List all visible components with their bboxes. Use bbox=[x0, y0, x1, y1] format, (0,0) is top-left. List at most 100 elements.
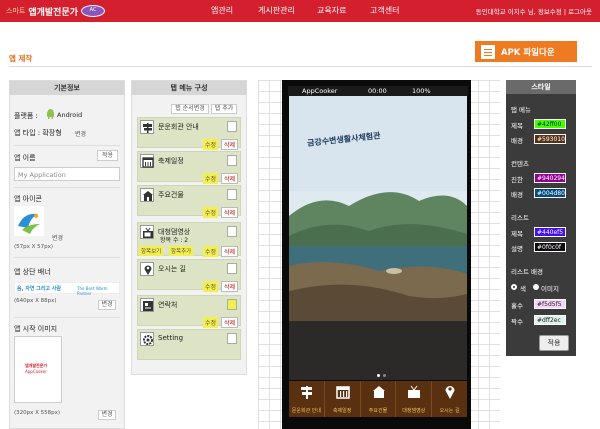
tab-thumbnail[interactable] bbox=[227, 299, 237, 310]
calendar-icon bbox=[336, 386, 350, 399]
tab-edit-button[interactable]: 수정 bbox=[203, 173, 219, 184]
logo-prefix: 스마트 bbox=[6, 7, 26, 15]
phone-tab-label: 주요건물 bbox=[368, 408, 388, 414]
tv-icon bbox=[408, 385, 421, 398]
list-title-color-swatch[interactable]: #440ef5 bbox=[534, 227, 566, 237]
tab-thumbnail[interactable] bbox=[227, 189, 237, 200]
status-carrier: AppCooker bbox=[302, 87, 338, 95]
tab-menu-heading: 탭 메뉴 구성 bbox=[132, 81, 246, 95]
style-content-strong-label: 진한 bbox=[511, 176, 523, 184]
tab-thumbnail[interactable] bbox=[227, 226, 237, 237]
style-tab-menu-label: 탭 메뉴 bbox=[511, 106, 532, 114]
app-icon-preview[interactable] bbox=[14, 206, 44, 236]
tab-thumbnail[interactable] bbox=[227, 121, 237, 132]
tab-item-name: 연락처 bbox=[158, 301, 178, 309]
nav-education[interactable]: 교육자료 bbox=[317, 5, 346, 16]
list-desc-color-swatch[interactable]: #0f0c0f bbox=[534, 242, 566, 252]
style-apply-button[interactable]: 적용 bbox=[539, 335, 569, 351]
pager-dot[interactable] bbox=[383, 374, 386, 377]
nav-board-manage[interactable]: 게시판관리 bbox=[258, 5, 295, 16]
tab-thumbnail[interactable] bbox=[227, 263, 237, 274]
tab-item-name: 오시는 길 bbox=[158, 265, 186, 273]
odd-bg-color-swatch[interactable]: #f5d5f5 bbox=[534, 299, 566, 309]
logo-title: 앱개발전문가 bbox=[28, 7, 79, 18]
tab-title-color-swatch[interactable]: #42ff00 bbox=[534, 119, 566, 129]
building-icon bbox=[372, 386, 385, 398]
basic-info-heading: 기본정보 bbox=[10, 81, 124, 95]
splash-label: 앱 시작 이미지 bbox=[14, 325, 58, 333]
radio-image-label: 이미지 bbox=[541, 285, 559, 293]
phone-status-bar: AppCooker 00:00 100% bbox=[288, 86, 468, 96]
phone-tab-label: 오시는 길 bbox=[439, 408, 460, 414]
even-bg-color-swatch[interactable]: #dff2ec bbox=[534, 315, 566, 325]
phone-tab[interactable]: 문운회관 안내 bbox=[289, 381, 325, 417]
tab-delete-button[interactable]: 삭제 bbox=[221, 173, 239, 184]
app-name-apply-button[interactable]: 적용 bbox=[97, 150, 118, 161]
app-name-input[interactable]: My Application bbox=[14, 167, 120, 181]
nav-support[interactable]: 고객센터 bbox=[370, 5, 399, 16]
style-even-label: 짝수 bbox=[511, 318, 523, 326]
app-type-change-link[interactable]: 변경 bbox=[75, 129, 86, 138]
tab-item[interactable]: Setting bbox=[137, 329, 241, 360]
phone-tab[interactable]: 축제일정 bbox=[325, 381, 361, 417]
tab-add-items-button[interactable]: 항목추가 bbox=[169, 246, 194, 256]
tab-edit-button[interactable]: 수정 bbox=[203, 246, 219, 257]
phone-tab-bar: 문운회관 안내 축제일정 주요건물 대청댐영상 오시는 길 bbox=[289, 381, 467, 417]
tab-edit-button[interactable]: 수정 bbox=[203, 139, 219, 150]
phone-tab[interactable]: 오시는 길 bbox=[432, 381, 467, 417]
tab-thumbnail[interactable] bbox=[227, 333, 237, 344]
map-pin-icon bbox=[140, 262, 154, 276]
splash-preview[interactable]: 앱개발전문가 AppCooker bbox=[14, 336, 62, 403]
banner-preview[interactable]: 음, 자연 그리고 사람 The Best Warm Partner bbox=[14, 282, 120, 296]
tab-item-count: 항목 수 : 2 bbox=[160, 237, 189, 244]
phone-tab-label: 축제일정 bbox=[332, 408, 352, 414]
phone-screen[interactable]: 금강수변생활사체험관 bbox=[289, 96, 467, 380]
splash-change-button[interactable]: 변경 bbox=[98, 410, 116, 420]
tab-view-items-button[interactable]: 항목보기 bbox=[139, 246, 164, 256]
splash-size-note: (320px X 558px) bbox=[14, 410, 61, 416]
style-odd-label: 홀수 bbox=[511, 302, 523, 310]
app-type-label: 앱 타입 : 확장형 bbox=[14, 129, 62, 137]
divider bbox=[14, 317, 120, 318]
radio-color[interactable] bbox=[511, 284, 517, 290]
icon-change-link[interactable]: 변경 bbox=[52, 233, 63, 242]
tab-reorder-button[interactable]: 탭 순서변경 bbox=[171, 104, 209, 114]
splash-brand: AppCooker bbox=[25, 369, 47, 374]
tab-delete-button[interactable]: 삭제 bbox=[221, 139, 239, 150]
style-heading: 스타일 bbox=[506, 80, 576, 94]
tab-item-name: Setting bbox=[158, 334, 184, 342]
phone-tab-label: 대청댐영상 bbox=[402, 408, 426, 414]
user-info[interactable]: 동인대학교 이지수 님, 정보수정 | 로그아웃 bbox=[476, 6, 592, 16]
bird-logo-icon bbox=[18, 213, 40, 234]
tab-delete-button[interactable]: 삭제 bbox=[221, 281, 239, 292]
building-icon bbox=[140, 188, 154, 202]
app-name-label: 앱 이름 bbox=[14, 154, 36, 162]
tab-thumbnail[interactable] bbox=[227, 155, 237, 166]
tab-edit-button[interactable]: 수정 bbox=[203, 207, 219, 218]
tab-edit-button[interactable]: 수정 bbox=[203, 281, 219, 292]
style-list-title-label: 제목 bbox=[511, 230, 523, 238]
radio-image[interactable] bbox=[533, 284, 539, 290]
radio-color-label: 색 bbox=[520, 285, 526, 293]
pager-dot-active[interactable] bbox=[377, 374, 380, 377]
apk-download-button[interactable]: APK 파일다운 bbox=[475, 41, 577, 62]
tab-bg-color-swatch[interactable]: #593010 bbox=[534, 134, 566, 144]
banner-change-button[interactable]: 변경 bbox=[98, 300, 116, 310]
apk-download-label: APK 파일다운 bbox=[501, 47, 555, 58]
divider bbox=[9, 66, 592, 67]
tab-edit-button[interactable]: 수정 bbox=[203, 317, 219, 328]
tab-delete-button[interactable]: 삭제 bbox=[221, 246, 239, 257]
tab-delete-button[interactable]: 삭제 bbox=[221, 317, 239, 328]
icon-size-note: (57px X 57px) bbox=[14, 244, 54, 250]
logo[interactable]: 스마트 앱개발전문가 AC bbox=[6, 3, 106, 19]
tab-add-button[interactable]: 탭 추가 bbox=[211, 104, 237, 114]
phone-tab[interactable]: 주요건물 bbox=[361, 381, 397, 417]
tv-icon bbox=[140, 225, 154, 239]
phone-tab[interactable]: 대청댐영상 bbox=[396, 381, 433, 417]
contact-card-icon bbox=[140, 298, 154, 312]
content-strong-color-swatch[interactable]: #940294 bbox=[534, 173, 566, 183]
style-list-label: 리스트 bbox=[511, 214, 529, 222]
tab-delete-button[interactable]: 삭제 bbox=[221, 207, 239, 218]
content-bg-color-swatch[interactable]: #004d80 bbox=[534, 188, 566, 198]
nav-app-manage[interactable]: 앱관리 bbox=[211, 5, 233, 16]
